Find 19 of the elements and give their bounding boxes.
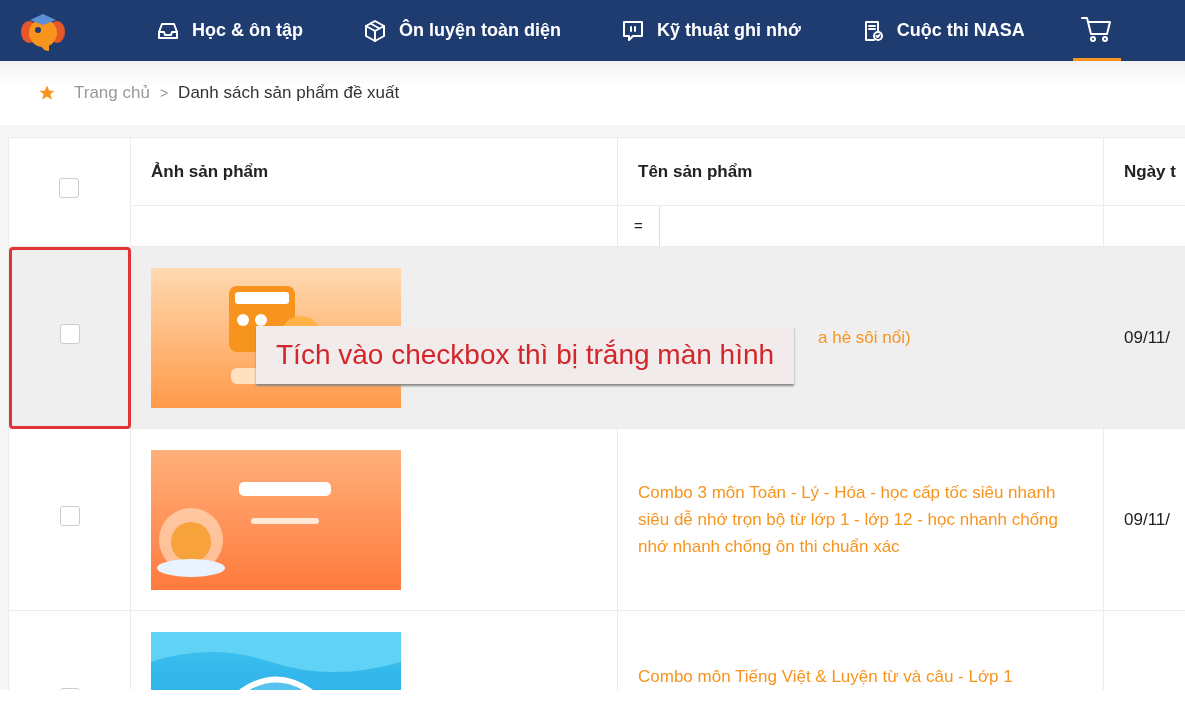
cube-icon: [363, 18, 387, 43]
select-all-checkbox[interactable]: [59, 178, 79, 199]
row-checkbox[interactable]: [59, 506, 80, 526]
nav-link[interactable]: Kỹ thuật ghi nhớ: [621, 17, 801, 44]
date-text: 09/11/: [1124, 327, 1170, 347]
breadcrumb-separator: >: [159, 83, 169, 103]
cart-icon[interactable]: [1080, 15, 1113, 43]
chat-icon: [621, 18, 645, 43]
nav-link[interactable]: Học & ôn tập: [156, 17, 303, 44]
annotation-callout: Tích vào checkbox thì bị trắng màn hình: [256, 326, 795, 384]
column-header: Tên sản phẩm: [617, 137, 1104, 206]
column-header: Ảnh sản phẩm: [130, 137, 618, 206]
row-checkbox[interactable]: [59, 324, 80, 344]
nav-link[interactable]: Cuộc thi NASA: [860, 17, 1025, 44]
star-icon: [38, 84, 56, 102]
breadcrumb-current: Danh sách sản phẩm đề xuất: [178, 82, 400, 105]
column-header: Ngày t: [1103, 137, 1185, 206]
date-text: 09/11/: [1124, 509, 1170, 529]
nav-link[interactable]: Ôn luyện toàn diện: [363, 17, 561, 44]
